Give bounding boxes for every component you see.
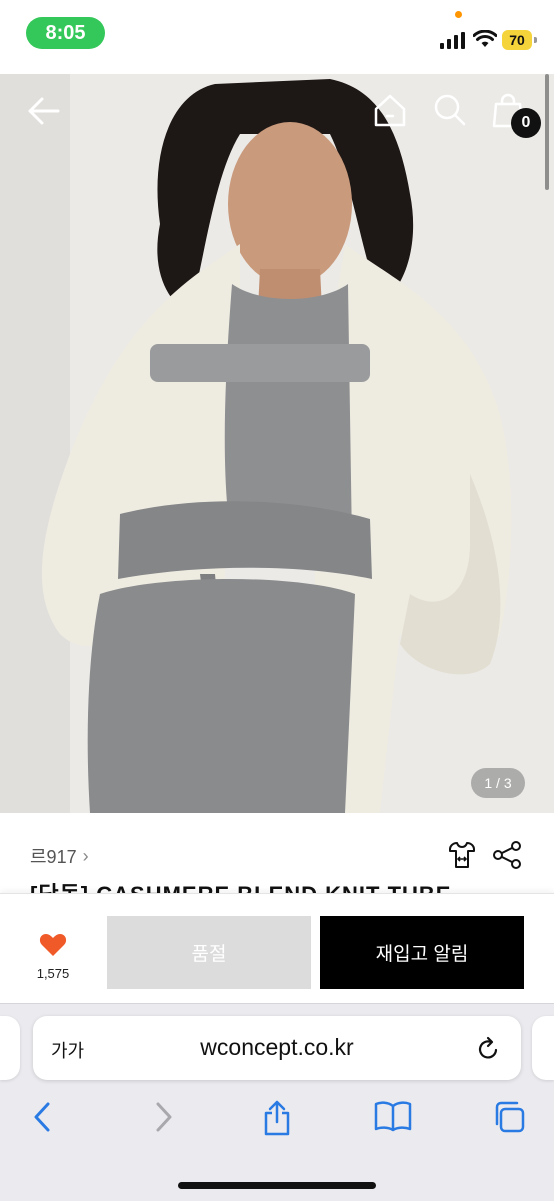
- home-icon[interactable]: [372, 92, 408, 128]
- url-text: wconcept.co.kr: [200, 1034, 354, 1060]
- heart-icon: [39, 934, 67, 956]
- status-bar: 8:05 70: [0, 0, 554, 74]
- like-button[interactable]: 1,575: [30, 932, 76, 981]
- next-tab-preview[interactable]: [532, 1016, 554, 1080]
- chevron-right-icon: ›: [82, 845, 89, 866]
- back-arrow-icon[interactable]: [26, 96, 62, 126]
- hanger-icon[interactable]: [447, 839, 477, 869]
- tabs-icon[interactable]: [492, 1100, 526, 1134]
- chevron-left-icon[interactable]: [30, 1100, 56, 1134]
- book-icon[interactable]: [374, 1100, 412, 1132]
- privacy-indicator-dot: [455, 11, 462, 18]
- home-indicator: [178, 1182, 376, 1189]
- share-box-icon[interactable]: [261, 1100, 293, 1136]
- product-image[interactable]: 0 1 / 3: [0, 74, 554, 813]
- address-bar[interactable]: 가가 wconcept.co.kr: [33, 1016, 521, 1080]
- share-icon[interactable]: [492, 841, 522, 869]
- purchase-action-bar: 1,575 품절 재입고 알림: [0, 893, 554, 1004]
- battery-indicator: 70: [502, 30, 537, 50]
- brand-name: 르917: [30, 847, 77, 867]
- like-count: 1,575: [36, 966, 70, 981]
- reload-icon[interactable]: [475, 1036, 501, 1062]
- product-info: 르917 › [단독] CASHMERE BLEND KNIT TUBE: [0, 813, 554, 893]
- brand-link[interactable]: 르917 ›: [30, 843, 89, 869]
- previous-tab-preview[interactable]: [0, 1016, 20, 1080]
- restock-notify-button[interactable]: 재입고 알림: [320, 916, 524, 989]
- cart-count-badge: 0: [511, 108, 541, 138]
- scroll-indicator: [545, 74, 549, 190]
- status-time: 8:05: [26, 17, 105, 49]
- search-icon[interactable]: [432, 92, 468, 128]
- wifi-icon: [473, 30, 497, 47]
- product-title: [단독] CASHMERE BLEND KNIT TUBE: [30, 883, 451, 893]
- cellular-signal-icon: [440, 32, 465, 49]
- sold-out-button[interactable]: 품절: [107, 916, 311, 989]
- product-photo: [0, 74, 554, 813]
- browser-toolbar: 가가 wconcept.co.kr: [0, 1003, 554, 1201]
- image-counter: 1 / 3: [471, 768, 525, 798]
- chevron-right-icon[interactable]: [150, 1100, 176, 1134]
